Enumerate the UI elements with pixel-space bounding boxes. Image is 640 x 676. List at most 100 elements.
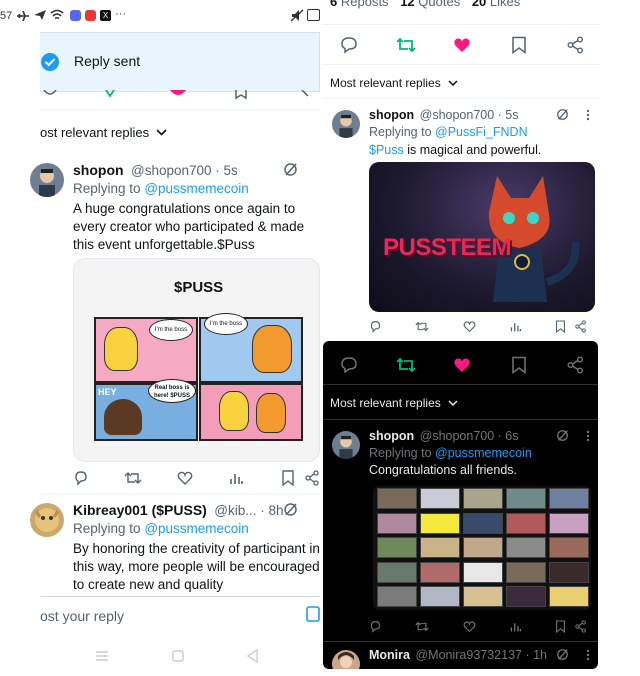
replying-to-link[interactable]: @pussmemecoin [435,446,532,460]
divider [323,641,598,642]
right-bottom-screenshot: Most relevant replies shopon @shopon700 … [323,341,598,669]
replying-to: Replying to @PussFi_FNDN [369,125,528,139]
more-options-icon[interactable] [586,430,590,442]
replying-to-link[interactable]: @pussmemecoin [144,521,249,536]
author-name[interactable]: Monira [369,648,410,662]
avatar-image [339,435,353,459]
author-name[interactable]: Kibreay001 ($PUSS) [73,502,207,518]
bookmark-icon[interactable] [511,356,527,374]
author-name[interactable]: shopon [369,429,414,443]
reply-icon[interactable] [369,620,382,633]
quotes-label[interactable]: Quotes [418,0,460,9]
grid-thumbnail [463,586,503,607]
sort-label: Most relevant replies [330,396,441,410]
author-handle[interactable]: @kib... · 8h [214,503,283,518]
replying-prefix: Replying to [369,446,432,460]
sort-label: Most relevant replies [330,76,441,90]
share-icon[interactable] [575,620,587,633]
grid-thumbnail [377,488,417,509]
avatar[interactable] [30,163,64,197]
repost-icon[interactable] [415,620,429,633]
author-handle[interactable]: @shopon700 · 6s [420,429,519,443]
bookmark-icon[interactable] [555,320,566,333]
toast-text: Reply sent [74,53,141,69]
author-name[interactable]: shopon [73,162,124,178]
share-icon[interactable] [305,470,320,486]
bookmark-icon[interactable] [555,620,566,633]
bookmark-icon[interactable] [511,36,527,54]
like-icon-active[interactable] [453,356,471,374]
grid-thumbnail [506,537,546,558]
menu-icon[interactable] [95,650,109,662]
share-icon[interactable] [567,36,584,54]
replying-to-link[interactable]: @pussmemecoin [144,181,249,196]
replying-to: Replying to @pussmemecoin [73,520,249,538]
reposts-count[interactable]: 6 [330,0,337,9]
bookmark-icon[interactable] [281,470,295,486]
reposts-label[interactable]: Reposts [341,0,389,9]
like-icon[interactable] [463,620,476,633]
boss-cat-figure [104,399,142,435]
like-icon[interactable] [177,470,193,486]
more-options-icon[interactable] [586,649,590,661]
comic-image[interactable]: $PUSS I'm the boss I'm the boss HEY Real… [73,258,320,462]
grok-icon[interactable] [556,648,569,661]
reply-icon[interactable] [369,320,382,333]
author-name[interactable]: shopon [369,108,414,122]
grok-icon[interactable] [556,429,569,442]
share-icon[interactable] [567,356,584,374]
airplane-icon [17,10,29,22]
sort-replies-dropdown[interactable]: Most relevant replies [330,396,458,410]
sort-replies-dropdown[interactable]: ost relevant replies [40,125,167,140]
status-bar: 57 X ··· [0,0,320,32]
back-icon[interactable] [246,649,258,663]
author-handle[interactable]: @shopon700 · 5s [131,163,238,178]
like-icon-active[interactable] [453,36,471,54]
author-handle[interactable]: @shopon700 · 5s [420,108,519,122]
avatar[interactable] [332,110,360,138]
grid-thumbnail [463,561,503,583]
reply-icon[interactable] [340,356,358,374]
replying-to-link[interactable]: @PussFi_FNDN [435,125,528,139]
grok-icon[interactable] [283,162,298,177]
grok-icon[interactable] [283,502,298,517]
repost-icon[interactable] [415,320,429,333]
avatar[interactable] [332,650,360,669]
grid-thumbnail [420,512,460,534]
repost-icon[interactable] [124,470,142,486]
repost-icon-active[interactable] [396,356,416,374]
grid-thumbnail [420,488,460,509]
more-options-icon[interactable] [586,109,590,121]
pussteem-image[interactable]: PUSSTEEM [369,162,595,312]
views-icon[interactable] [228,470,244,486]
right-top-screenshot: 6 Reposts 12 Quotes 20 Likes Most releva… [322,0,600,340]
views-icon[interactable] [509,620,522,633]
views-icon[interactable] [509,320,522,333]
x-app-icon: X [100,10,111,21]
status-more: ··· [115,8,126,20]
likes-label[interactable]: Likes [490,0,520,9]
replying-to: Replying to @pussmemecoin [73,180,249,198]
sort-replies-dropdown[interactable]: Most relevant replies [330,76,458,90]
author-handle[interactable]: @Monira93732137 · 1h [415,648,547,662]
comic-hey: HEY [98,387,117,397]
reply-icon[interactable] [340,36,358,54]
avatar[interactable] [30,503,64,537]
hashtag-link[interactable]: $Puss [369,143,404,157]
image-grid[interactable] [373,486,591,610]
image-upload-icon[interactable] [306,606,320,622]
like-icon[interactable] [463,320,476,333]
reply-icon[interactable] [73,470,89,486]
avatar-image [39,169,55,197]
share-icon[interactable] [575,320,587,333]
likes-count[interactable]: 20 [472,0,486,9]
comic-title: $PUSS [174,279,224,296]
home-nav-icon[interactable] [172,650,184,662]
grok-icon[interactable] [556,108,569,121]
left-screenshot: 57 X ··· Reply sent ost relevant replies… [0,0,320,676]
post-reply-input[interactable]: ost your reply [40,608,124,624]
quotes-count[interactable]: 12 [400,0,414,9]
divider [322,98,600,99]
avatar[interactable] [332,431,360,459]
repost-icon-active[interactable] [396,36,416,54]
